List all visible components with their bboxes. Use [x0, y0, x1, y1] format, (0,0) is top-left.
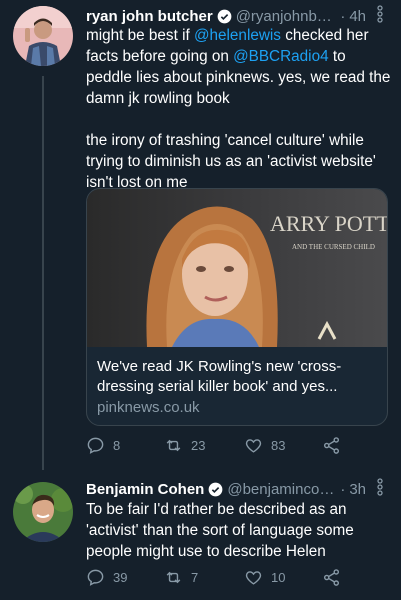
tweet-header: Benjamin Cohen @benjamincohen · 3h: [86, 479, 366, 499]
tweet-header: ryan john butcher @ryanjohnbut... · 4h: [86, 6, 366, 26]
like-count: 10: [271, 570, 286, 585]
card-title: We've read JK Rowling's new 'cross-dress…: [97, 358, 342, 395]
reply-button[interactable]: 8: [86, 436, 120, 455]
body-paragraph: the irony of trashing 'cancel culture' w…: [86, 132, 376, 191]
share-icon: [323, 437, 340, 454]
timestamp[interactable]: 4h: [349, 8, 366, 25]
display-name[interactable]: ryan john butcher: [86, 8, 213, 25]
verified-icon: [208, 482, 223, 497]
verified-icon: [217, 9, 232, 24]
card-domain: pinknews.co.uk: [97, 399, 200, 416]
mention-link[interactable]: @helenlewis: [194, 27, 281, 44]
retweet-count: 7: [191, 570, 199, 585]
display-name[interactable]: Benjamin Cohen: [86, 481, 204, 498]
tweet-ryan[interactable]: ryan john butcher @ryanjohnbut... · 4h m…: [0, 0, 401, 470]
timestamp[interactable]: 3h: [349, 481, 366, 498]
handle[interactable]: @benjamincohen: [227, 481, 336, 498]
card-image-subtitle: AND THE CURSED CHILD: [292, 243, 375, 251]
reply-count: 39: [113, 570, 128, 585]
reply-button[interactable]: 39: [86, 568, 127, 587]
retweet-count: 23: [191, 438, 206, 453]
tweet-actions: 8 23 83: [86, 436, 386, 460]
retweet-icon: [166, 571, 181, 584]
like-button[interactable]: 83: [244, 436, 285, 455]
share-icon: [323, 569, 340, 586]
tweet-actions: 39 7 10: [86, 568, 386, 592]
handle[interactable]: @ryanjohnbut...: [236, 8, 337, 25]
body-text: might be best if: [86, 27, 194, 44]
retweet-icon: [166, 439, 181, 452]
tweet-body: To be fair I'd rather be described as an…: [86, 501, 354, 560]
reply-count: 8: [113, 438, 121, 453]
retweet-button[interactable]: 23: [164, 436, 205, 455]
retweet-button[interactable]: 7: [164, 568, 198, 587]
like-icon: [245, 571, 262, 585]
like-count: 83: [271, 438, 286, 453]
caret-icon[interactable]: [375, 478, 385, 496]
like-icon: [245, 439, 262, 453]
separator-dot: ·: [340, 480, 346, 498]
tweet-benjamin[interactable]: Benjamin Cohen @benjamincohen · 3h To be…: [0, 470, 401, 600]
caret-icon[interactable]: [375, 5, 385, 23]
tweet-body: might be best if @helenlewis checked her…: [86, 25, 391, 193]
avatar[interactable]: [13, 482, 73, 542]
separator-dot: ·: [340, 7, 346, 25]
mention-link[interactable]: @BBCRadio4: [233, 48, 328, 65]
reply-icon: [87, 569, 104, 586]
like-button[interactable]: 10: [244, 568, 285, 587]
share-button[interactable]: [322, 568, 349, 587]
reply-icon: [87, 437, 104, 454]
avatar[interactable]: [13, 6, 73, 66]
share-button[interactable]: [322, 436, 349, 455]
card-image-title: ARRY POTTER: [270, 211, 387, 236]
card-image: ARRY POTTER AND THE CURSED CHILD: [87, 189, 387, 347]
link-card[interactable]: ARRY POTTER AND THE CURSED CHILD We've r…: [86, 188, 388, 426]
